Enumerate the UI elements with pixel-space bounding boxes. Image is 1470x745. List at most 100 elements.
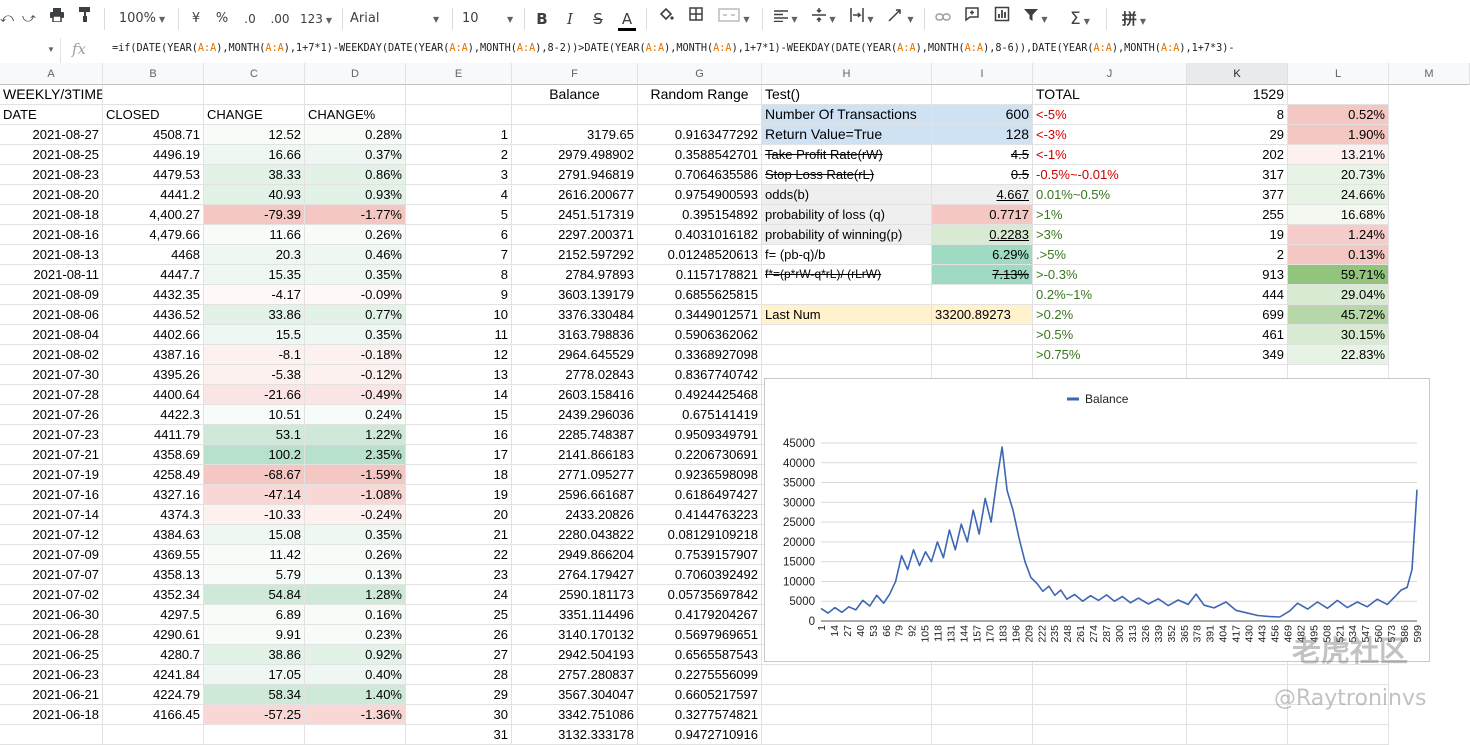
cell-e19[interactable]: 17 (406, 445, 512, 465)
cell-c16[interactable]: -21.66 (204, 385, 305, 405)
cell-g19[interactable]: 0.2206730691 (638, 445, 762, 465)
cell-j4[interactable]: <-1% (1033, 145, 1187, 165)
cell-i7[interactable]: 0.7717 (932, 205, 1033, 225)
cell-i11[interactable] (932, 285, 1033, 305)
cell-d28[interactable]: 0.23% (305, 625, 406, 645)
cell-a5[interactable]: 2021-08-23 (0, 165, 103, 185)
cell-b27[interactable]: 4297.5 (103, 605, 204, 625)
cell-c20[interactable]: -68.67 (204, 465, 305, 485)
cell-k5[interactable]: 317 (1187, 165, 1288, 185)
cell-e14[interactable]: 12 (406, 345, 512, 365)
cell-c3[interactable]: 12.52 (204, 125, 305, 145)
cell-i6[interactable]: 4.667 (932, 185, 1033, 205)
cell-b6[interactable]: 4441.2 (103, 185, 204, 205)
cell-l11[interactable]: 29.04% (1288, 285, 1389, 305)
column-header-j[interactable]: J (1033, 63, 1187, 85)
cell-b26[interactable]: 4352.34 (103, 585, 204, 605)
cell-f28[interactable]: 3140.170132 (512, 625, 638, 645)
cell-f21[interactable]: 2596.661687 (512, 485, 638, 505)
cell-j1[interactable]: TOTAL (1033, 85, 1187, 105)
column-header-e[interactable]: E (406, 63, 512, 85)
cell-e9[interactable]: 7 (406, 245, 512, 265)
cell-g18[interactable]: 0.9509349791 (638, 425, 762, 445)
cell-f19[interactable]: 2141.866183 (512, 445, 638, 465)
insert-comment-icon[interactable] (960, 6, 984, 32)
bold-button[interactable]: B (532, 6, 552, 32)
cell-f24[interactable]: 2949.866204 (512, 545, 638, 565)
cell-k13[interactable]: 461 (1187, 325, 1288, 345)
cell-c14[interactable]: -8.1 (204, 345, 305, 365)
print-icon[interactable] (46, 6, 68, 32)
cell-h9[interactable]: f= (pb-q)/b (762, 245, 932, 265)
cell-c23[interactable]: 15.08 (204, 525, 305, 545)
cell-c19[interactable]: 100.2 (204, 445, 305, 465)
cell-e8[interactable]: 6 (406, 225, 512, 245)
cell-d2[interactable]: CHANGE% (305, 105, 406, 125)
cell-i8[interactable]: 0.2283 (932, 225, 1033, 245)
cell-c2[interactable]: CHANGE (204, 105, 305, 125)
horizontal-align-icon[interactable]: ▼ (770, 6, 802, 32)
cell-b5[interactable]: 4479.53 (103, 165, 204, 185)
cell-e24[interactable]: 22 (406, 545, 512, 565)
cell-b4[interactable]: 4496.19 (103, 145, 204, 165)
cell-a10[interactable]: 2021-08-11 (0, 265, 103, 285)
cell-f26[interactable]: 2590.181173 (512, 585, 638, 605)
cell-j13[interactable]: >0.5% (1033, 325, 1187, 345)
cell-k9[interactable]: 2 (1187, 245, 1288, 265)
cell-a13[interactable]: 2021-08-04 (0, 325, 103, 345)
cell-d31[interactable]: 1.40% (305, 685, 406, 705)
cell-f20[interactable]: 2771.095277 (512, 465, 638, 485)
cell-l10[interactable]: 59.71% (1288, 265, 1389, 285)
cell-c9[interactable]: 20.3 (204, 245, 305, 265)
cell-b19[interactable]: 4358.69 (103, 445, 204, 465)
cell-a16[interactable]: 2021-07-28 (0, 385, 103, 405)
cell-e32[interactable]: 30 (406, 705, 512, 725)
cell-k12[interactable]: 699 (1187, 305, 1288, 325)
cell-h3[interactable]: Return Value=True (762, 125, 932, 145)
column-header-c[interactable]: C (204, 63, 305, 85)
cell-a1[interactable]: WEEKLY/3TIMES (0, 85, 103, 105)
cell-g14[interactable]: 0.3368927098 (638, 345, 762, 365)
cell-c29[interactable]: 38.86 (204, 645, 305, 665)
cell-g15[interactable]: 0.8367740742 (638, 365, 762, 385)
cell-g32[interactable]: 0.3277574821 (638, 705, 762, 725)
cell-a3[interactable]: 2021-08-27 (0, 125, 103, 145)
cell-e5[interactable]: 3 (406, 165, 512, 185)
cell-b32[interactable]: 4166.45 (103, 705, 204, 725)
vertical-align-icon[interactable]: ▼ (808, 6, 840, 32)
cell-a18[interactable]: 2021-07-23 (0, 425, 103, 445)
cell-e33[interactable]: 31 (406, 725, 512, 745)
cell-b15[interactable]: 4395.26 (103, 365, 204, 385)
cell-d4[interactable]: 0.37% (305, 145, 406, 165)
cell-l4[interactable]: 13.21% (1288, 145, 1389, 165)
cell-c26[interactable]: 54.84 (204, 585, 305, 605)
cell-l13[interactable]: 30.15% (1288, 325, 1389, 345)
cell-a25[interactable]: 2021-07-07 (0, 565, 103, 585)
functions-button[interactable]: Σ ▼ (1060, 6, 1100, 32)
cell-l3[interactable]: 1.90% (1288, 125, 1389, 145)
cell-f31[interactable]: 3567.304047 (512, 685, 638, 705)
cell-b2[interactable]: CLOSED (103, 105, 204, 125)
cell-c11[interactable]: -4.17 (204, 285, 305, 305)
cell-a14[interactable]: 2021-08-02 (0, 345, 103, 365)
cell-a7[interactable]: 2021-08-18 (0, 205, 103, 225)
cell-e11[interactable]: 9 (406, 285, 512, 305)
cell-f5[interactable]: 2791.946819 (512, 165, 638, 185)
cell-f15[interactable]: 2778.02843 (512, 365, 638, 385)
cell-f18[interactable]: 2285.748387 (512, 425, 638, 445)
text-wrap-icon[interactable]: ▼ (846, 6, 878, 32)
cell-c18[interactable]: 53.1 (204, 425, 305, 445)
cell-g10[interactable]: 0.1157178821 (638, 265, 762, 285)
cell-b13[interactable]: 4402.66 (103, 325, 204, 345)
cell-e2[interactable] (406, 105, 512, 125)
undo-icon[interactable]: ⤺ (0, 6, 14, 32)
cell-j33[interactable] (1033, 725, 1187, 745)
cell-k3[interactable]: 29 (1187, 125, 1288, 145)
cell-h6[interactable]: odds(b) (762, 185, 932, 205)
cell-g17[interactable]: 0.675141419 (638, 405, 762, 425)
cell-f23[interactable]: 2280.043822 (512, 525, 638, 545)
cell-k4[interactable]: 202 (1187, 145, 1288, 165)
column-header-a[interactable]: A (0, 63, 103, 85)
cell-d20[interactable]: -1.59% (305, 465, 406, 485)
merge-cells-icon[interactable]: ▼ (714, 6, 754, 32)
